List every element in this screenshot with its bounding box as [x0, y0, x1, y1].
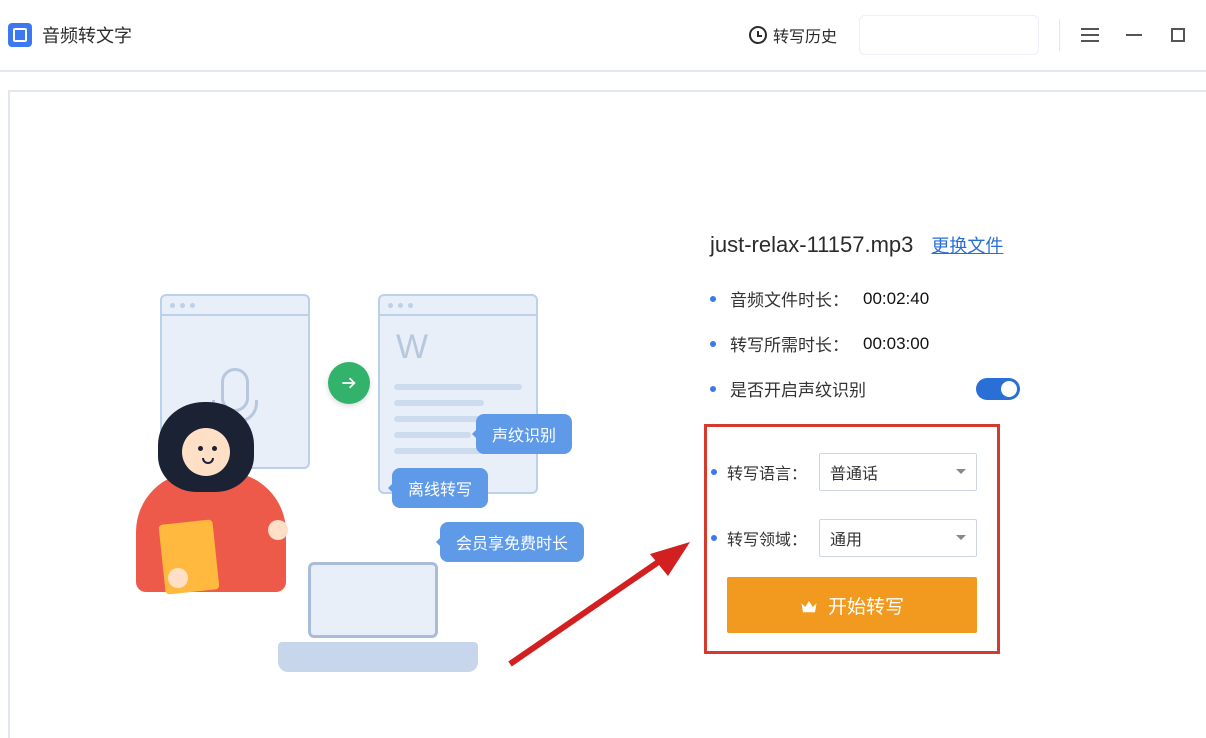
start-transcribe-button[interactable]: 开始转写 [727, 577, 977, 633]
transcribe-duration-value: 00:03:00 [863, 334, 929, 354]
chevron-down-icon [956, 469, 966, 479]
audio-duration-row: 音频文件时长： 00:02:40 [710, 286, 1020, 311]
chevron-down-icon [956, 535, 966, 545]
minimize-button[interactable] [1112, 13, 1156, 57]
feature-bubble-free: 会员享免费时长 [440, 522, 584, 562]
app-logo-icon [8, 23, 32, 47]
menu-icon [1081, 34, 1099, 36]
language-select[interactable]: 普通话 [819, 453, 977, 491]
title-bar: 音频转文字 转写历史 [0, 0, 1206, 72]
history-button[interactable]: 转写历史 [739, 17, 847, 53]
transcribe-duration-row: 转写所需时长： 00:03:00 [710, 331, 1020, 356]
language-label: 转写语言： [727, 460, 819, 484]
menu-button[interactable] [1068, 13, 1112, 57]
maximize-button[interactable] [1156, 13, 1200, 57]
transcribe-duration-label: 转写所需时长： [730, 331, 849, 356]
text-card-icon: W [378, 294, 538, 494]
history-label: 转写历史 [773, 23, 837, 47]
options-box: 转写语言： 普通话 转写领域： 通用 开始转写 [704, 424, 1000, 654]
voiceprint-label: 是否开启声纹识别 [730, 376, 866, 401]
clock-icon [749, 26, 767, 44]
separator [1059, 19, 1060, 51]
voiceprint-row: 是否开启声纹识别 [710, 376, 1020, 401]
domain-label: 转写领域： [727, 526, 819, 550]
convert-arrow-icon [328, 362, 370, 404]
voiceprint-toggle[interactable] [976, 378, 1020, 400]
start-button-label: 开始转写 [828, 592, 904, 619]
domain-value: 通用 [830, 526, 862, 550]
minimize-icon [1126, 34, 1142, 36]
person-illustration [128, 402, 358, 612]
feature-bubble-voiceprint: 声纹识别 [476, 414, 572, 454]
feature-bubble-offline: 离线转写 [392, 468, 488, 508]
domain-field: 转写领域： 通用 [727, 519, 977, 557]
app-title: 音频转文字 [42, 22, 132, 48]
change-file-link[interactable]: 更换文件 [931, 232, 1003, 258]
audio-duration-label: 音频文件时长： [730, 286, 849, 311]
file-info-panel: just-relax-11157.mp3 更换文件 音频文件时长： 00:02:… [710, 232, 1020, 421]
user-account-box[interactable] [859, 15, 1039, 55]
illustration: W 声纹识别 离线转写 会员享免费时长 [128, 292, 628, 602]
file-name: just-relax-11157.mp3 [710, 232, 913, 258]
domain-select[interactable]: 通用 [819, 519, 977, 557]
language-field: 转写语言： 普通话 [727, 453, 977, 491]
crown-icon [800, 598, 818, 612]
audio-duration-value: 00:02:40 [863, 289, 929, 309]
main-panel: W 声纹识别 离线转写 会员享免费时长 just-relax-11157.mp3… [8, 90, 1206, 738]
language-value: 普通话 [830, 460, 878, 484]
maximize-icon [1171, 28, 1185, 42]
